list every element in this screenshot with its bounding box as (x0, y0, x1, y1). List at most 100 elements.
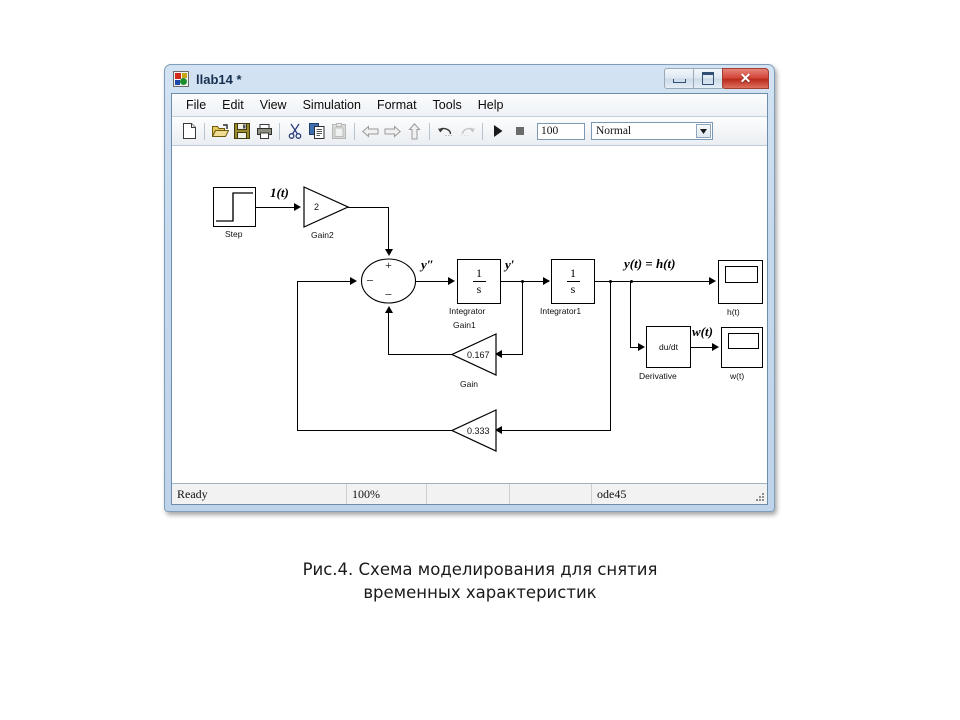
wire-step-to-gain2 (256, 207, 297, 208)
wire-integrator1-to-scope (595, 281, 714, 282)
integrator1-block[interactable]: 1 s (551, 259, 595, 304)
wire-gain-outer-to-sum (297, 281, 355, 282)
menu-item-view[interactable]: View (252, 96, 295, 114)
figure-caption-line-1: Рис.4. Схема моделирования для снятия (302, 560, 658, 579)
window-controls: ✕ (664, 68, 769, 89)
copy-button[interactable] (306, 120, 328, 142)
wire-integrator-to-integrator1 (501, 281, 549, 282)
integrator-block-label: Integrator (449, 306, 486, 316)
wire-gain-inner-out (388, 354, 452, 355)
arrowhead (543, 277, 550, 285)
menu-item-help[interactable]: Help (470, 96, 512, 114)
gain2-block[interactable]: 2 (303, 186, 349, 228)
cut-button[interactable] (284, 120, 306, 142)
integrator-denominator: s (476, 282, 482, 296)
toolbar-separator (429, 122, 430, 140)
up-level-icon (407, 122, 421, 139)
close-button[interactable]: ✕ (722, 68, 769, 89)
forward-icon (384, 124, 401, 138)
integrator-block[interactable]: 1 s (457, 259, 501, 304)
wire-outer-feedback-down (610, 281, 611, 431)
step-block[interactable] (213, 187, 256, 227)
simulation-mode-dropdown[interactable]: Normal (591, 122, 713, 140)
menu-bar: File Edit View Simulation Format Tools H… (172, 94, 767, 117)
arrowhead (385, 306, 393, 313)
scope-w-block-label: w(t) (730, 371, 745, 381)
arrowhead (385, 249, 393, 256)
minimize-button[interactable] (664, 68, 694, 89)
redo-icon (460, 127, 475, 136)
menu-item-edit[interactable]: Edit (214, 96, 252, 114)
paste-icon (331, 123, 346, 139)
gain-inner-value: 0.167 (467, 349, 490, 360)
start-simulation-button[interactable] (487, 120, 509, 142)
menu-item-file[interactable]: File (178, 96, 214, 114)
maximize-button[interactable] (693, 68, 723, 89)
back-button (359, 120, 381, 142)
arrowhead (709, 277, 716, 285)
window-title: llab14 * (196, 71, 242, 87)
signal-label-y1: y′ (505, 257, 515, 272)
integrator-numerator: 1 (476, 266, 482, 281)
simulation-stop-time-input[interactable]: 100 (537, 122, 585, 140)
new-model-icon (182, 123, 196, 139)
print-button[interactable] (253, 120, 275, 142)
signal-label-y2: y″ (421, 257, 434, 272)
menu-item-tools[interactable]: Tools (425, 96, 470, 114)
status-bar: Ready 100% ode45 (172, 483, 767, 504)
save-button[interactable] (231, 120, 253, 142)
status-ready: Ready (172, 484, 347, 504)
arrowhead (448, 277, 455, 285)
scope-h-block[interactable] (718, 260, 763, 304)
wire-gain2-out (348, 207, 389, 208)
toolbar: 100 Normal (172, 117, 767, 146)
status-zoom: 100% (347, 484, 427, 504)
stop-simulation-icon (516, 127, 524, 135)
arrowhead (712, 343, 719, 351)
toolbar-separator (354, 122, 355, 140)
integrator-expression: 1 s (458, 260, 500, 303)
simulation-stop-time-value: 100 (541, 125, 559, 137)
up-level-button (403, 120, 425, 142)
open-model-button[interactable] (209, 120, 231, 142)
derivative-expression: du/dt (659, 342, 678, 352)
menu-item-format[interactable]: Format (369, 96, 425, 114)
gain-outer-value: 0.333 (467, 425, 490, 436)
arrowhead (638, 343, 645, 351)
wire-gain2-down (388, 207, 389, 254)
cut-icon (288, 123, 302, 139)
wire-gain-outer-up (297, 281, 298, 431)
wire-to-derivative-down (630, 281, 631, 348)
figure-caption-line-2: временных характеристик (363, 583, 597, 603)
signal-label-w: w(t) (692, 324, 713, 339)
resize-grip-icon[interactable] (753, 490, 767, 504)
chevron-down-icon[interactable] (696, 124, 711, 138)
menu-item-simulation[interactable]: Simulation (295, 96, 369, 114)
gain2-value: 2 (314, 202, 320, 212)
gain-inner-block[interactable]: 0.167 (451, 333, 497, 376)
gain-inner-block-label: Gain (460, 379, 478, 389)
status-solver: ode45 (597, 486, 627, 501)
back-icon (361, 124, 378, 138)
status-pane-3 (427, 484, 510, 504)
derivative-block[interactable]: du/dt (646, 326, 691, 368)
model-canvas[interactable]: Step 1(t) 2 Gain2 + − − y″ 1 s Integrato… (172, 146, 767, 483)
undo-button[interactable] (434, 120, 456, 142)
toolbar-separator (204, 122, 205, 140)
sum-block[interactable]: + − − (360, 258, 417, 304)
gain-outer-block[interactable]: 0.333 (451, 409, 497, 452)
derivative-block-label: Derivative (639, 371, 677, 381)
step-block-label: Step (225, 229, 243, 239)
gain2-block-label: Gain2 (311, 230, 334, 240)
title-bar: llab14 * ✕ (165, 65, 774, 93)
scope-w-block[interactable] (721, 327, 763, 368)
svg-text:+: + (385, 258, 392, 272)
open-model-icon (211, 123, 229, 137)
wire-gain-inner-to-sum (388, 313, 389, 355)
gain1-block-label: Gain1 (453, 320, 476, 330)
svg-text:−: − (366, 273, 373, 288)
wire-outer-feedback-left (498, 430, 611, 431)
paste-button (328, 120, 350, 142)
print-icon (256, 123, 272, 139)
new-model-button[interactable] (178, 120, 200, 142)
